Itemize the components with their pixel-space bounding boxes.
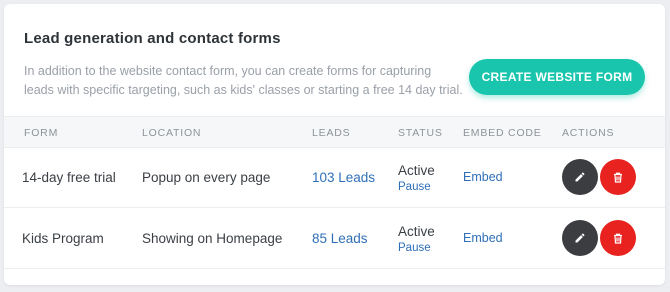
edit-button[interactable] bbox=[562, 220, 598, 256]
pencil-icon bbox=[574, 232, 586, 244]
table-row: Kids Program Showing on Homepage 85 Lead… bbox=[4, 208, 665, 269]
form-name: Kids Program bbox=[22, 231, 104, 246]
column-header-location: LOCATION bbox=[142, 127, 202, 139]
form-location: Showing on Homepage bbox=[142, 231, 283, 246]
form-name: 14-day free trial bbox=[22, 170, 116, 185]
delete-button[interactable] bbox=[600, 220, 636, 256]
status-label: Active bbox=[398, 224, 435, 239]
delete-button[interactable] bbox=[600, 159, 636, 195]
edit-button[interactable] bbox=[562, 159, 598, 195]
status-label: Active bbox=[398, 163, 435, 178]
card-description: In addition to the website contact form,… bbox=[24, 64, 463, 97]
trash-icon bbox=[612, 232, 624, 245]
pencil-icon bbox=[574, 171, 586, 183]
form-location: Popup on every page bbox=[142, 170, 271, 185]
leads-link[interactable]: 103 Leads bbox=[312, 170, 375, 185]
column-header-form: FORM bbox=[24, 127, 59, 139]
column-header-actions: ACTIONS bbox=[562, 127, 615, 139]
pause-link[interactable]: Pause bbox=[398, 242, 431, 254]
embed-link[interactable]: Embed bbox=[463, 170, 503, 184]
leads-link[interactable]: 85 Leads bbox=[312, 231, 368, 246]
column-header-status: STATUS bbox=[398, 127, 443, 139]
card-header: Lead generation and contact forms In add… bbox=[4, 4, 665, 116]
create-website-form-button[interactable]: CREATE WEBSITE FORM bbox=[469, 59, 645, 95]
column-header-leads: LEADS bbox=[312, 127, 351, 139]
pause-link[interactable]: Pause bbox=[398, 181, 431, 193]
trash-icon bbox=[612, 171, 624, 184]
table-header: FORM LOCATION LEADS STATUS EMBED CODE AC… bbox=[4, 116, 665, 148]
embed-link[interactable]: Embed bbox=[463, 231, 503, 245]
card-title: Lead generation and contact forms bbox=[24, 30, 281, 47]
lead-forms-card: Lead generation and contact forms In add… bbox=[4, 4, 665, 285]
column-header-embed-code: EMBED CODE bbox=[463, 127, 542, 139]
table-row: 14-day free trial Popup on every page 10… bbox=[4, 147, 665, 208]
